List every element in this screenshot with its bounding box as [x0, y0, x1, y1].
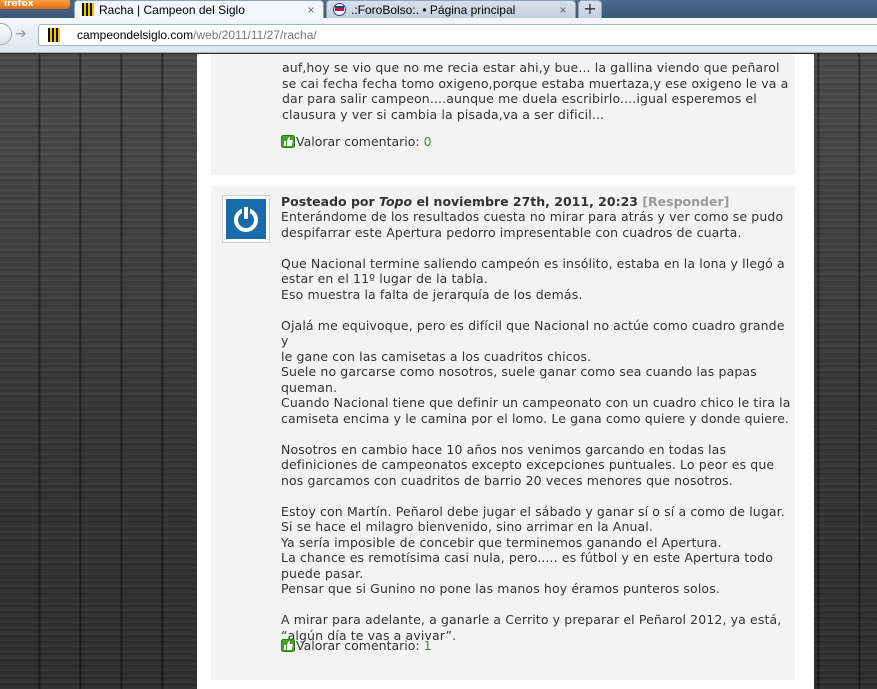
rate-label[interactable]: Valorar comentario: [296, 638, 420, 653]
comment-paragraph: Que Nacional termine saliendo campeón es… [281, 256, 793, 303]
comment-line: despifarrar este Apertura pedorro impres… [281, 224, 742, 240]
comment-line: Cuando Nacional tiene que definir un cam… [281, 395, 791, 410]
comment-line: nos garcamos con cuadritos de barrio 20 … [281, 472, 733, 488]
comment-line: Pensar que si Gunino no pone las manos h… [281, 581, 720, 596]
new-tab-button[interactable]: + [578, 0, 602, 18]
comment-line: A mirar para adelante, a ganarle a Cerri… [281, 612, 782, 627]
comment-line: camiseta encima y le camina por el lomo.… [281, 410, 790, 426]
comment-line: clausura y ver si cambia la pisada,va a … [282, 106, 605, 122]
site-identity-icon[interactable] [47, 28, 61, 42]
comment-line: Que Nacional termine saliendo campeón es… [281, 255, 785, 271]
navigation-bar: ➔ campeondelsiglo.com/web/2011/11/27/rac… [0, 18, 877, 53]
thumbs-up-icon[interactable] [281, 135, 295, 148]
comment-body: auf,hoy se vio que no me recia estar ahi… [282, 60, 792, 122]
comment-line: Ojalá me equivoque, pero es difícil que … [281, 317, 785, 349]
tab-forobolso[interactable]: .:ForoBolso:. • Página principal × [326, 0, 576, 18]
posted-by-label: Posteado por [281, 194, 375, 209]
comment-line: se cai fecha fecha tomo oxigeno,porque e… [282, 75, 789, 91]
comment-line: le gane con las camisetas a los cuadrito… [281, 348, 592, 364]
penarol-favicon-icon [81, 3, 94, 16]
tab-title: .:ForoBolso:. • Página principal [351, 2, 516, 17]
comment-paragraph: Enterándome de los resultados cuesta no … [281, 209, 793, 240]
comment-date: el noviembre 27th, 2011, 20:23 [416, 194, 638, 209]
comment-line: definiciones de campeonatos excepto exce… [281, 457, 775, 472]
rate-count: 0 [423, 134, 432, 149]
close-tab-icon[interactable]: × [305, 4, 317, 16]
browser-tab-bar: irefox Racha | Campeon del Siglo × .:For… [0, 0, 877, 18]
power-icon [226, 199, 266, 239]
close-tab-icon[interactable]: × [557, 4, 569, 16]
comment-line: La chance es remotísima casi nula, pero.… [281, 550, 773, 565]
comment-line: dar para salir campeon....aunque me duel… [282, 91, 757, 106]
comment-line: Estoy con Martín. Peñarol debe jugar el … [281, 503, 785, 519]
forward-arrow-icon[interactable]: ➔ [13, 26, 29, 42]
tab-title: Racha | Campeon del Siglo [99, 2, 245, 17]
comment-line: Enterándome de los resultados cuesta no … [281, 209, 784, 224]
rate-count: 1 [423, 638, 432, 653]
rate-label[interactable]: Valorar comentario: [296, 134, 420, 149]
rate-comment[interactable]: Valorar comentario: 1 [281, 638, 432, 653]
comment-paragraph: Ojalá me equivoque, pero es difícil que … [281, 318, 793, 427]
comment-line: Si se hace el milagro bienvenido, sino a… [281, 519, 653, 534]
comment-paragraph: Estoy con Martín. Peñarol debe jugar el … [281, 504, 793, 597]
reply-link[interactable]: [Responder] [642, 194, 729, 209]
rate-comment[interactable]: Valorar comentario: 0 [281, 134, 432, 149]
url-bar[interactable]: campeondelsiglo.com/web/2011/11/27/racha… [38, 24, 877, 46]
url-domain: campeondelsiglo.com [77, 28, 194, 42]
avatar [222, 195, 270, 243]
firefox-menu-button[interactable]: irefox [0, 0, 70, 9]
tab-racha[interactable]: Racha | Campeon del Siglo × [74, 0, 324, 18]
comment-line: puede pasar. [281, 565, 364, 581]
comment-line: Suele no garcarse como nosotros, suele g… [281, 364, 757, 379]
thumbs-up-icon[interactable] [281, 639, 295, 652]
url-path: /web/2011/11/27/racha/ [193, 28, 317, 42]
comment-line: queman. [281, 379, 338, 395]
comment-line: Eso muestra la falta de jerarquía de los… [281, 286, 583, 302]
comment-line: estar en el 11º lugar de la tabla. [281, 271, 488, 286]
back-button[interactable] [0, 23, 12, 45]
comment-author[interactable]: Topo [379, 194, 412, 209]
nacional-favicon-icon [333, 3, 346, 16]
comment-header: Posteado por Topo el noviembre 27th, 201… [281, 194, 791, 209]
comment-paragraph: Nosotros en cambio hace 10 años nos veni… [281, 442, 793, 489]
comment-line: auf,hoy se vio que no me recia estar ahi… [282, 60, 780, 75]
comment-line: Nosotros en cambio hace 10 años nos veni… [281, 441, 727, 457]
comment-line: Ya sería imposible de concebir que termi… [281, 534, 722, 550]
comment-body: Enterándome de los resultados cuesta no … [281, 209, 793, 659]
